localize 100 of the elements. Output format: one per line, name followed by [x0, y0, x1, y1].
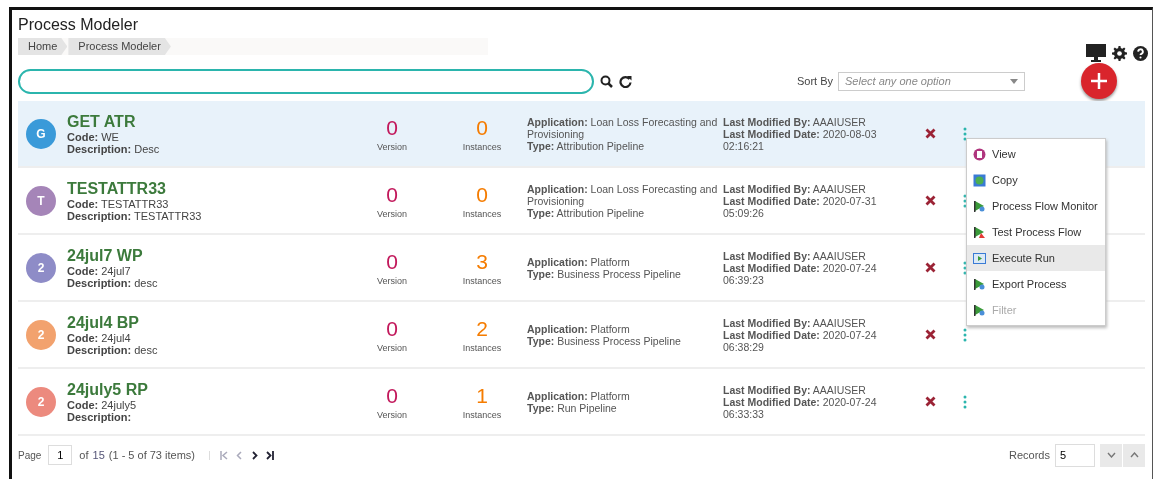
increment-button[interactable] [1123, 443, 1145, 467]
process-name[interactable]: GET ATR [67, 112, 347, 131]
search-field[interactable] [18, 68, 594, 94]
sort-label: Sort By [796, 75, 833, 87]
instances-label: Instances [462, 342, 502, 353]
avatar-badge: G [26, 118, 56, 149]
type-text: Type: Attribution Pipeline [527, 139, 646, 152]
total-pages-link[interactable]: 15 [92, 449, 105, 461]
version-label: Version [377, 141, 407, 152]
page-title: Process Modeler [18, 16, 139, 34]
version-label: Version [377, 342, 407, 353]
delete-icon[interactable] [925, 329, 936, 340]
instances-label: Instances [462, 275, 502, 286]
instances-count: 1 [476, 383, 488, 408]
instances-label: Instances [462, 141, 502, 152]
instances-count: 3 [476, 249, 488, 274]
modified-date-text: Last Modified Date: 2020-07-24 06:39:23 [723, 261, 878, 286]
modified-by-text: Last Modified By: AAAIUSER [723, 182, 867, 195]
modified-date-text: Last Modified Date: 2020-08-03 02:16:21 [723, 127, 878, 152]
modified-date-text: Last Modified Date: 2020-07-24 06:33:33 [723, 395, 878, 420]
help-icon[interactable] [1133, 45, 1148, 61]
modified-date-text: Last Modified Date: 2020-07-24 06:38:29 [723, 328, 878, 353]
code-text: Code: 24jul4 [67, 331, 132, 344]
application-text: Application: Platform [527, 389, 631, 402]
menu-item[interactable]: Export Process [967, 271, 1105, 297]
menu-item[interactable]: View [967, 141, 1105, 167]
type-text: Type: Business Process Pipeline [527, 267, 682, 280]
process-name[interactable]: 24july5 RP [67, 380, 347, 399]
records-field[interactable]: 5 [1055, 443, 1095, 467]
version-label: Version [377, 275, 407, 286]
modified-by-text: Last Modified By: AAAIUSER [723, 383, 867, 396]
instances-count: 2 [476, 316, 488, 341]
avatar-badge: 2 [26, 319, 56, 350]
avatar-badge: 2 [26, 252, 56, 283]
modified-by-text: Last Modified By: AAAIUSER [723, 249, 867, 262]
delete-icon[interactable] [925, 195, 936, 206]
type-text: Type: Business Process Pipeline [527, 334, 682, 347]
menu-item[interactable]: Execute Run [967, 245, 1105, 271]
plus-icon [1090, 72, 1108, 90]
add-button[interactable] [1081, 63, 1117, 99]
monitor-icon[interactable] [1086, 44, 1106, 62]
menu-item[interactable]: Copy [967, 167, 1105, 193]
modified-date-text: Last Modified Date: 2020-07-31 05:09:26 [723, 194, 878, 219]
delete-icon[interactable] [925, 128, 936, 139]
process-name[interactable]: 24jul7 WP [67, 246, 347, 265]
version-count: 0 [386, 182, 398, 207]
version-count: 0 [386, 383, 398, 408]
instances-label: Instances [462, 409, 502, 420]
application-text: Application: Loan Loss Forecasting and Provisioning [527, 115, 719, 140]
application-text: Application: Platform [527, 255, 631, 268]
application-text: Application: Platform [527, 322, 631, 335]
flag-icon [973, 303, 986, 317]
description-text: Description: desc [67, 276, 159, 289]
search-icon[interactable] [600, 74, 613, 88]
description-text: Description: Desc [67, 142, 161, 155]
items-summary: (1 - 5 of 73 items) [108, 449, 195, 461]
settings-icon[interactable] [1112, 45, 1127, 61]
avatar-badge: T [26, 185, 56, 216]
records-label: Records [1009, 449, 1050, 461]
decrement-button[interactable] [1100, 443, 1122, 467]
sort-dropdown[interactable]: Select any one option [838, 71, 1025, 91]
last-page-icon[interactable] [265, 450, 274, 460]
play-icon [973, 251, 986, 265]
process-row[interactable]: 2 24july5 RP Code: 24july5 Description: 0 Version 1 Instances Application: Platform Type: Run Pipeline Last Modified By: AAAIUSER Last Modified Date: 2020-07-24 06:33:33 [18, 369, 1145, 436]
avatar-badge: 2 [26, 386, 56, 417]
version-label: Version [377, 409, 407, 420]
flag-icon [973, 199, 986, 213]
page-label: Page [18, 449, 42, 461]
version-count: 0 [386, 115, 398, 140]
next-page-icon[interactable] [250, 450, 259, 460]
instances-count: 0 [476, 115, 488, 140]
description-text: Description: desc [67, 343, 159, 356]
breadcrumb-link[interactable]: Home [18, 38, 68, 55]
menu-item[interactable]: Process Flow Monitor [967, 193, 1105, 219]
refresh-icon[interactable] [619, 74, 632, 88]
delete-icon[interactable] [925, 262, 936, 273]
type-text: Type: Run Pipeline [527, 401, 618, 414]
process-name[interactable]: TESTATTR33 [67, 179, 347, 198]
caret-icon [1010, 78, 1018, 84]
process-name[interactable]: 24jul4 BP [67, 313, 347, 332]
view-icon [973, 147, 986, 161]
chevron-down-icon [1106, 452, 1116, 458]
instances-label: Instances [462, 208, 502, 219]
flag-icon [973, 225, 986, 239]
of-label: of [79, 449, 89, 461]
flag-icon [973, 277, 986, 291]
page-field[interactable]: 1 [48, 445, 73, 465]
breadcrumb-link[interactable]: Process Modeler [68, 38, 171, 55]
code-text: Code: WE [67, 130, 120, 143]
modified-by-text: Last Modified By: AAAIUSER [723, 316, 867, 329]
process-row[interactable] [18, 101, 1145, 168]
version-label: Version [377, 208, 407, 219]
copy-icon [973, 173, 986, 187]
application-text: Application: Loan Loss Forecasting and Provisioning [527, 182, 719, 207]
code-text: Code: TESTATTR33 [67, 197, 170, 210]
description-text: Description: [67, 410, 132, 423]
delete-icon[interactable] [925, 396, 936, 407]
modified-by-text: Last Modified By: AAAIUSER [723, 115, 867, 128]
instances-count: 0 [476, 182, 488, 207]
code-text: Code: 24july5 [67, 398, 138, 411]
